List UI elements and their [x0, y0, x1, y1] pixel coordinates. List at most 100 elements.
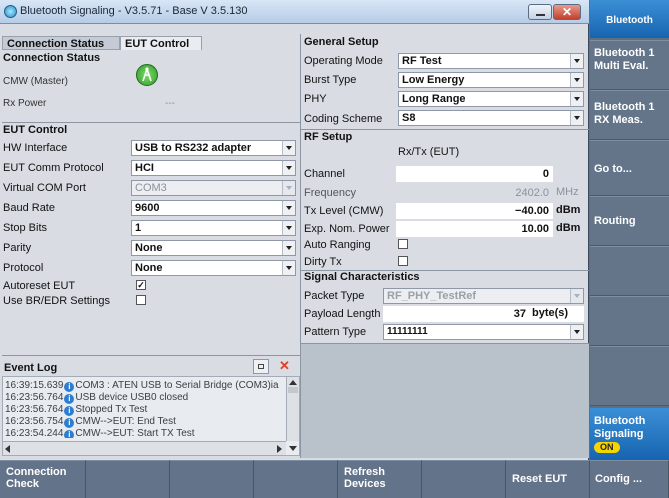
softkey-empty[interactable]: [422, 460, 506, 498]
window-title: Bluetooth Signaling - V3.5.71 - Base V 3…: [20, 5, 248, 17]
rx-power-value: ---: [165, 98, 175, 109]
autoreset-eut-label: Autoreset EUT: [3, 280, 76, 292]
softkey-empty[interactable]: [254, 460, 338, 498]
log-horizontal-scrollbar[interactable]: [3, 441, 286, 455]
clear-log-icon[interactable]: ✕: [279, 358, 290, 374]
tx-level-label: Tx Level (CMW): [304, 205, 384, 217]
log-text: COM3 : ATEN USB to Serial Bridge (COM3)i…: [75, 380, 279, 391]
phy-label: PHY: [304, 93, 327, 105]
sidebar-item-empty[interactable]: [590, 346, 669, 406]
baud-rate-dropdown[interactable]: 9600: [131, 200, 296, 216]
frequency-unit: MHz: [556, 186, 579, 198]
tab-connection-status[interactable]: Connection Status: [2, 36, 120, 50]
sidebar-header[interactable]: Bluetooth: [590, 0, 669, 38]
pattern-type-dropdown[interactable]: 11111111: [383, 324, 584, 340]
eut-comm-protocol-dropdown[interactable]: HCI: [131, 160, 296, 176]
use-br-edr-checkbox[interactable]: [136, 295, 146, 305]
parity-dropdown[interactable]: None: [131, 240, 296, 256]
burst-type-label: Burst Type: [304, 74, 357, 86]
eut-comm-protocol-label: EUT Comm Protocol: [3, 162, 104, 174]
chevron-down-icon: [282, 161, 295, 175]
rf-setup-heading: RF Setup: [304, 131, 353, 143]
info-icon: i: [64, 394, 75, 404]
burst-type-dropdown[interactable]: Low Energy: [398, 72, 584, 88]
event-log-heading: Event Log: [4, 362, 58, 374]
connection-status-heading: Connection Status: [3, 52, 101, 64]
payload-length-label: Payload Length: [304, 308, 381, 320]
close-button[interactable]: ✕: [553, 4, 581, 20]
rx-tx-column-header: Rx/Tx (EUT): [398, 146, 460, 158]
coding-scheme-dropdown[interactable]: S8: [398, 110, 584, 126]
virtual-com-port-label: Virtual COM Port: [3, 182, 86, 194]
burst-type-value: Low Energy: [402, 74, 465, 86]
hw-interface-value: USB to RS232 adapter: [135, 142, 252, 154]
chevron-down-icon: [282, 141, 295, 155]
log-vertical-scrollbar[interactable]: [286, 377, 299, 441]
stop-bits-dropdown[interactable]: 1: [131, 220, 296, 236]
log-time: 16:23:56.764: [5, 404, 64, 415]
sidebar-item-multi-eval[interactable]: Bluetooth 1 Multi Eval.: [590, 40, 669, 90]
chevron-down-icon: [570, 111, 583, 125]
dirty-tx-checkbox[interactable]: [398, 256, 408, 266]
protocol-dropdown[interactable]: None: [131, 260, 296, 276]
chevron-down-icon: [282, 221, 295, 235]
exp-nom-power-input[interactable]: 10.00: [396, 221, 553, 237]
hw-interface-label: HW Interface: [3, 142, 68, 154]
cmw-master-label: CMW (Master): [3, 76, 68, 87]
chevron-down-icon: [570, 325, 583, 339]
channel-input[interactable]: 0: [396, 166, 553, 182]
payload-length-unit: byte(s): [532, 307, 569, 319]
sidebar-item-routing[interactable]: Routing: [590, 196, 669, 246]
virtual-com-port-value: COM3: [135, 182, 167, 194]
hw-interface-dropdown[interactable]: USB to RS232 adapter: [131, 140, 296, 156]
log-entry: 16:23:56.764 i USB device USB0 closed: [5, 392, 188, 404]
log-time: 16:39:15.639: [5, 380, 64, 391]
info-icon: i: [64, 382, 75, 392]
use-br-edr-label: Use BR/EDR Settings: [3, 295, 110, 307]
log-entry: 16:23:56.764 i Stopped Tx Test: [5, 404, 147, 416]
packet-type-label: Packet Type: [304, 290, 365, 302]
stop-bits-value: 1: [135, 222, 142, 234]
refresh-devices-button[interactable]: Refresh Devices: [338, 460, 422, 498]
log-entry: 16:23:54.244 i CMW-->EUT: Start TX Test: [5, 428, 195, 438]
softkey-bar: Connection Check Refresh Devices Reset E…: [0, 460, 669, 498]
sidebar-item-empty[interactable]: [590, 246, 669, 296]
sidebar-item-go-to[interactable]: Go to...: [590, 140, 669, 196]
scroll-down-arrow[interactable]: [287, 442, 298, 454]
sidebar-item-empty[interactable]: [590, 296, 669, 346]
bluetooth-signaling-label: Bluetooth Signaling: [594, 415, 646, 440]
phy-value: Long Range: [402, 93, 466, 105]
empty-panel-area: [301, 344, 589, 458]
log-text: CMW-->EUT: End Test: [75, 416, 176, 427]
tab-eut-control[interactable]: EUT Control: [120, 36, 202, 50]
softkey-empty[interactable]: [86, 460, 170, 498]
config-button[interactable]: Config ...: [590, 460, 669, 498]
sidebar-item-rx-meas[interactable]: Bluetooth 1 RX Meas.: [590, 90, 669, 140]
protocol-value: None: [135, 262, 163, 274]
log-entry: 16:23:56.754 i CMW-->EUT: End Test: [5, 416, 176, 428]
general-setup-heading: General Setup: [304, 36, 379, 48]
virtual-com-port-dropdown: COM3: [131, 180, 296, 196]
operating-mode-dropdown[interactable]: RF Test: [398, 53, 584, 69]
chevron-down-icon: [282, 181, 295, 195]
minimize-button[interactable]: [528, 4, 552, 20]
log-window-icon[interactable]: [253, 359, 269, 374]
auto-ranging-checkbox[interactable]: [398, 239, 408, 249]
reset-eut-button[interactable]: Reset EUT: [506, 460, 590, 498]
chevron-down-icon: [282, 201, 295, 215]
info-icon: i: [64, 418, 75, 428]
packet-type-dropdown: RF_PHY_TestRef: [383, 288, 584, 304]
tx-level-input[interactable]: −40.00: [396, 203, 553, 219]
phy-dropdown[interactable]: Long Range: [398, 91, 584, 107]
log-time: 16:23:56.764: [5, 392, 64, 403]
softkey-empty[interactable]: [170, 460, 254, 498]
eut-comm-protocol-value: HCI: [135, 162, 154, 174]
log-time: 16:23:56.754: [5, 416, 64, 427]
connection-check-button[interactable]: Connection Check: [0, 460, 86, 498]
frequency-value: 2402.0: [515, 187, 549, 199]
info-icon: i: [64, 430, 75, 438]
main-window: Bluetooth Signaling - V3.5.71 - Base V 3…: [0, 0, 589, 460]
connection-antenna-icon: [136, 64, 158, 86]
sidebar-item-bluetooth-signaling[interactable]: Bluetooth Signaling ON: [590, 408, 669, 460]
autoreset-eut-checkbox[interactable]: ✓: [136, 280, 146, 290]
